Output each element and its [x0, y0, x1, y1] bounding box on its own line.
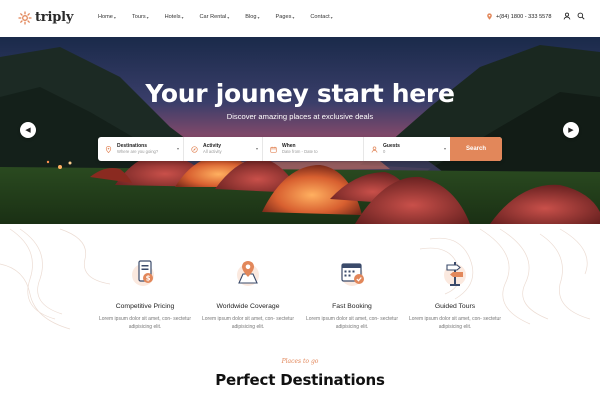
chevron-down-icon: ▾	[227, 14, 230, 20]
calendar-icon	[270, 146, 277, 153]
date-input[interactable]: Date from - Date to	[282, 149, 318, 155]
feature-title: Guided Tours	[434, 303, 476, 310]
feature-fast-booking: Fast Booking Lorem ipsum dolor sit amet,…	[300, 256, 404, 331]
feature-title: Worldwide Coverage	[216, 303, 280, 310]
activity-select[interactable]: All activity	[203, 149, 222, 155]
chevron-down-icon: ▾	[443, 146, 446, 151]
search-icon[interactable]	[577, 12, 585, 20]
nav-tours[interactable]: Tours ▾	[132, 14, 149, 20]
feature-description: Lorem ipsum dolor sit amet, con- sectetu…	[99, 316, 191, 330]
signpost-icon	[444, 262, 466, 286]
compass-icon	[191, 145, 198, 153]
nav-contact-label: Contact	[310, 14, 330, 20]
page: triply Home ▾ Tours ▾ Hotels ▾ Car Rental ▾ …	[0, 0, 600, 400]
site-header: triply Home ▾ Tours ▾ Hotels ▾ Car Rental ▾ …	[0, 0, 600, 37]
destination-field[interactable]: Destinations Where are you going? ▾	[98, 137, 184, 161]
phone-contact[interactable]: +(84) 1800 - 333 5578	[486, 13, 552, 20]
feature-competitive-pricing: $ Competitive Pricing Lorem ipsum dolor …	[93, 256, 197, 331]
hero-title: Your jouney start here	[145, 79, 455, 108]
header-actions	[563, 12, 585, 20]
feature-description: Lorem ipsum dolor sit amet, con- sectetu…	[306, 316, 398, 330]
hero-section: Your jouney start here Discover amazing …	[0, 37, 600, 224]
nav-car-rental[interactable]: Car Rental ▾	[200, 14, 230, 20]
slider-next-button[interactable]: ▶	[563, 122, 579, 138]
chevron-down-icon: ▾	[146, 14, 149, 20]
guests-count[interactable]: 0	[383, 149, 400, 155]
price-tag-icon: $	[132, 260, 154, 286]
chevron-down-icon: ▾	[330, 14, 333, 20]
feature-title: Competitive Pricing	[115, 303, 175, 310]
chevron-down-icon: ▾	[292, 14, 295, 20]
date-field[interactable]: When Date from - Date to	[263, 137, 364, 161]
hero-subtitle: Discover amazing places at exclusive dea…	[226, 112, 374, 121]
slider-prev-button[interactable]: ◀	[20, 122, 36, 138]
activity-field[interactable]: Activity All activity ▾	[184, 137, 263, 161]
feature-description: Lorem ipsum dolor sit amet, con- sectetu…	[409, 316, 501, 330]
feature-guided-tours: Guided Tours Lorem ipsum dolor sit amet,…	[403, 256, 507, 331]
section-eyebrow: Places to go	[281, 358, 319, 365]
search-button[interactable]: Search	[450, 137, 502, 161]
logo-text: triply	[35, 10, 74, 25]
user-icon[interactable]	[563, 12, 571, 20]
feature-description: Lorem ipsum dolor sit amet, con- sectetu…	[202, 316, 294, 330]
booking-calendar-icon	[341, 263, 364, 286]
nav-blog-label: Blog	[245, 14, 257, 20]
svg-text:$: $	[146, 275, 151, 283]
main-nav: Home ▾ Tours ▾ Hotels ▾ Car Rental ▾ Blog ▾ P…	[98, 14, 333, 20]
map-icon	[237, 261, 259, 286]
search-bar: Destinations Where are you going? ▾ Acti…	[98, 137, 502, 161]
logo-mark-icon	[18, 11, 32, 24]
chevron-down-icon: ▾	[176, 146, 179, 151]
destination-input[interactable]: Where are you going?	[117, 149, 158, 155]
nav-hotels-label: Hotels	[164, 14, 181, 20]
phone-number: +(84) 1800 - 333 5578	[496, 13, 552, 20]
chevron-left-icon: ◀	[25, 127, 31, 134]
feature-worldwide-coverage: Worldwide Coverage Lorem ipsum dolor sit…	[196, 256, 300, 331]
nav-pages[interactable]: Pages ▾	[276, 14, 295, 20]
nav-tours-label: Tours	[131, 14, 146, 20]
nav-home-label: Home	[98, 14, 113, 20]
chevron-down-icon: ▾	[181, 14, 184, 20]
user-icon	[371, 145, 378, 153]
nav-pages-label: Pages	[275, 14, 292, 20]
nav-blog[interactable]: Blog ▾	[245, 14, 259, 20]
chevron-down-icon: ▾	[257, 14, 260, 20]
guests-field[interactable]: Guests 0 ▾	[364, 137, 450, 161]
phone-icon	[487, 13, 492, 20]
nav-contact[interactable]: Contact ▾	[310, 14, 332, 20]
section-title: Perfect Destinations	[215, 371, 385, 389]
nav-car-rental-label: Car Rental	[199, 14, 227, 20]
chevron-right-icon: ▶	[568, 127, 574, 134]
hero-background-image	[0, 37, 600, 224]
logo[interactable]: triply	[18, 10, 73, 25]
feature-title: Fast Booking	[332, 303, 372, 310]
nav-home[interactable]: Home ▾	[98, 14, 116, 20]
map-pin-icon	[105, 145, 112, 153]
nav-hotels[interactable]: Hotels ▾	[165, 14, 184, 20]
chevron-down-icon: ▾	[255, 146, 258, 151]
chevron-down-icon: ▾	[113, 14, 116, 20]
